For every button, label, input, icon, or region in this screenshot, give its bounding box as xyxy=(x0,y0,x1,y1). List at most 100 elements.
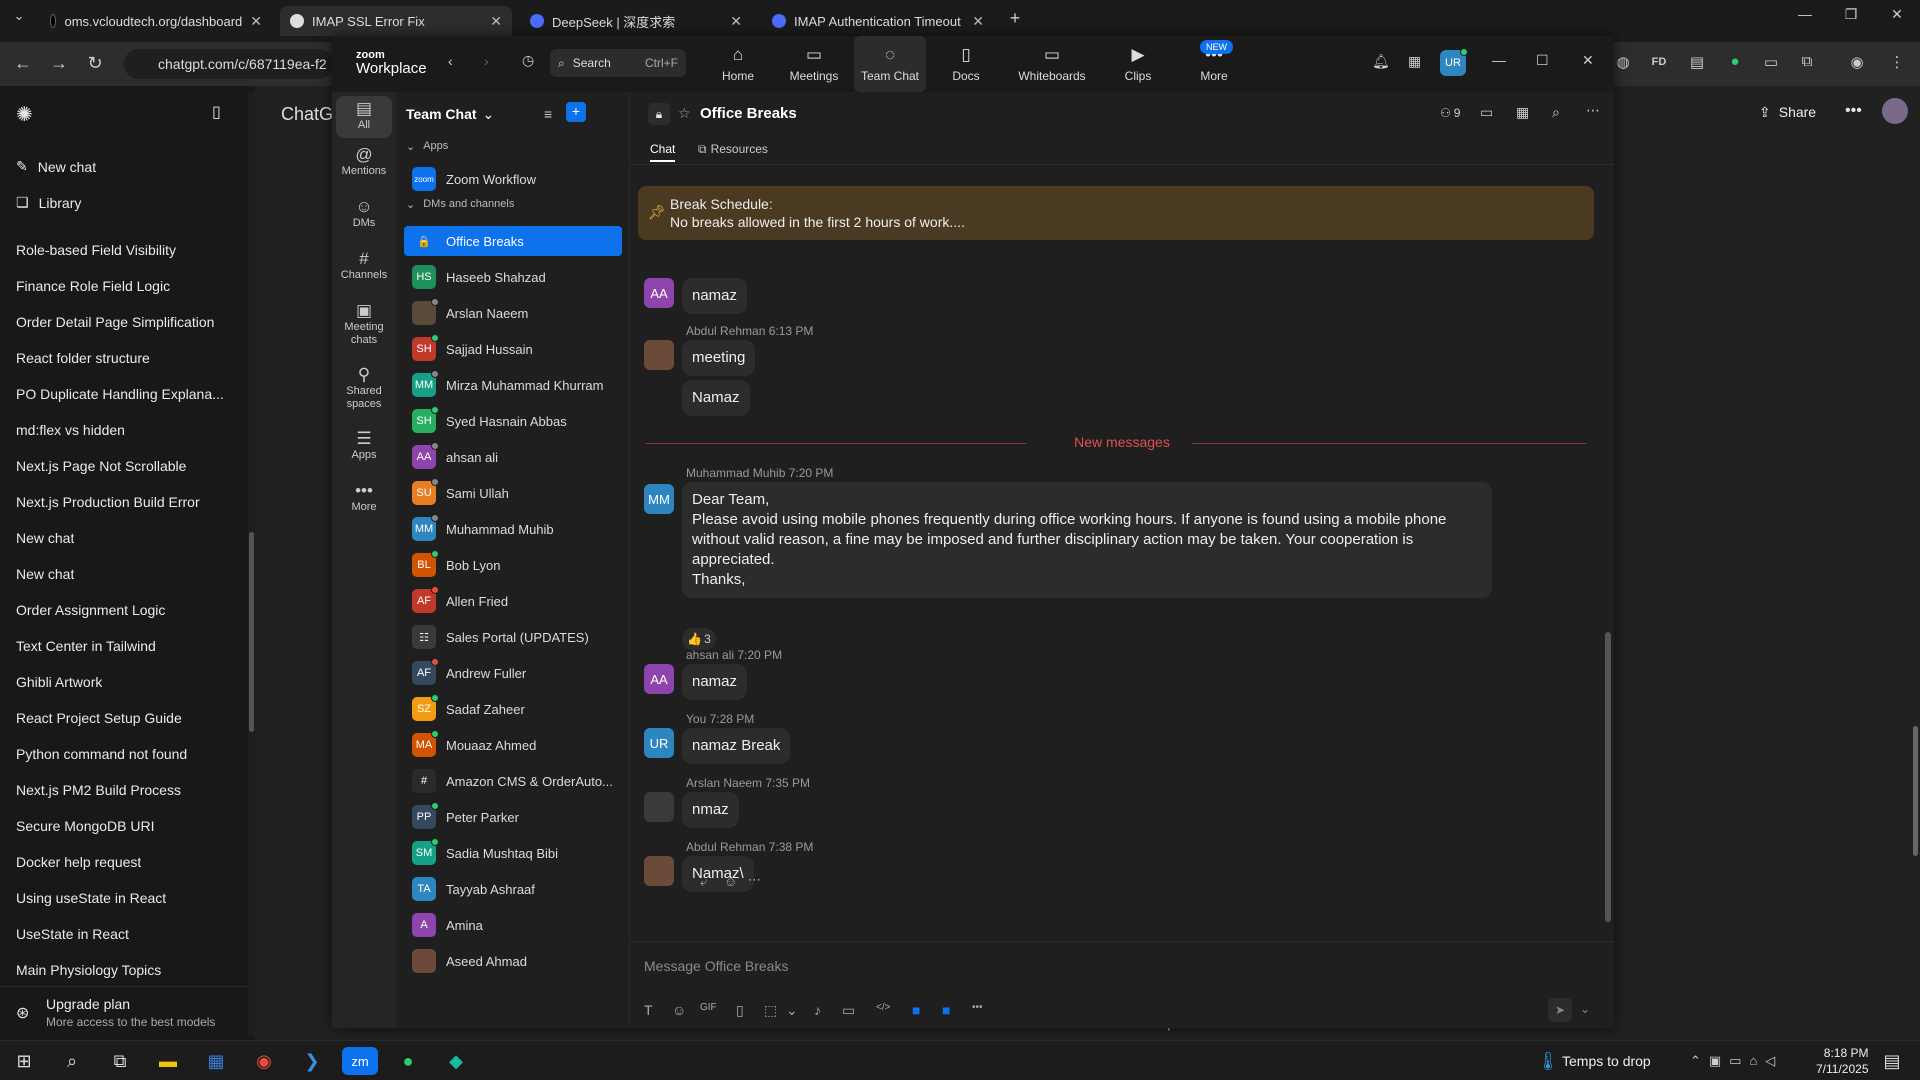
extension-icon[interactable]: ▤ xyxy=(1686,53,1708,71)
list-item[interactable]: PP Peter Parker xyxy=(404,802,622,832)
list-item[interactable]: SM Sadia Mushtaq Bibi xyxy=(404,838,622,868)
gif-icon[interactable]: GIF xyxy=(700,1002,717,1013)
members-button[interactable]: ⚇ 9 xyxy=(1440,106,1460,120)
puzzle-icon[interactable]: ⧉ xyxy=(1796,53,1818,70)
list-item[interactable]: AF Andrew Fuller xyxy=(404,658,622,688)
list-item[interactable]: Aseed Ahmad xyxy=(404,946,622,976)
more-options-icon[interactable]: ••• xyxy=(1845,102,1862,120)
new-chat-button[interactable]: ✎ New chat xyxy=(16,158,96,175)
new-tab-icon[interactable]: + xyxy=(1004,8,1026,29)
avatar[interactable] xyxy=(644,340,674,370)
pinned-message[interactable]: 📌︎ Break Schedule: No breaks allowed in … xyxy=(638,186,1594,240)
avatar[interactable]: AA xyxy=(644,664,674,694)
file-icon[interactable]: ▯ xyxy=(736,1002,744,1019)
chat-history-item[interactable]: React folder structure xyxy=(16,350,150,366)
chat-scrollbar[interactable] xyxy=(1605,632,1611,922)
list-item[interactable]: AA ahsan ali xyxy=(404,442,622,472)
chat-history-item[interactable]: Text Center in Tailwind xyxy=(16,638,156,654)
list-item[interactable]: SU Sami Ullah xyxy=(404,478,622,508)
chat-history-item[interactable]: Using useState in React xyxy=(16,890,166,906)
chat-history-item[interactable]: Next.js PM2 Build Process xyxy=(16,782,181,798)
list-item[interactable]: AF Allen Fried xyxy=(404,586,622,616)
chat-history-item[interactable]: Docker help request xyxy=(16,854,141,870)
chat-history-item[interactable]: Order Detail Page Simplification xyxy=(16,314,214,330)
avatar[interactable]: AA xyxy=(644,278,674,308)
reaction-thumbs-up[interactable]: 👍 3 xyxy=(682,628,716,650)
send-icon[interactable]: ➤ xyxy=(1548,998,1572,1022)
format-icon[interactable]: T xyxy=(644,1002,653,1018)
avatar[interactable]: UR xyxy=(644,728,674,758)
calendar-icon[interactable]: ▦ xyxy=(1408,53,1421,70)
main-scrollbar[interactable] xyxy=(1910,86,1920,1040)
rail-channels[interactable]: # Channels xyxy=(336,250,392,282)
chat-history-item[interactable]: Python command not found xyxy=(16,746,187,762)
rail-apps[interactable]: ☰ Apps xyxy=(336,430,392,462)
notifications-icon[interactable]: ▤ xyxy=(1874,1047,1910,1075)
share-button[interactable]: ⇪ Share xyxy=(1759,104,1816,121)
chat-history-item[interactable]: Role-based Field Visibility xyxy=(16,242,176,258)
tab-docs[interactable]: ▯ Docs xyxy=(930,36,1002,92)
minimize-icon[interactable]: — xyxy=(1794,6,1816,22)
tab-home[interactable]: ⌂ Home xyxy=(702,36,774,92)
add-icon[interactable]: + xyxy=(566,102,586,122)
close-icon[interactable]: ✕ xyxy=(250,13,262,30)
zoom-search-button[interactable]: ⌕ Search Ctrl+F xyxy=(550,49,686,77)
tab-chat[interactable]: Chat xyxy=(650,142,676,162)
emoji-react-icon[interactable]: ☺ xyxy=(724,874,737,889)
fd-extension-icon[interactable]: FD xyxy=(1648,56,1670,68)
library-button[interactable]: ❏ Library xyxy=(16,194,81,211)
weather-text[interactable]: Temps to drop xyxy=(1562,1053,1651,1069)
section-dms[interactable]: ⌄ DMs and channels xyxy=(406,198,514,211)
restore-icon[interactable]: ❐ xyxy=(1840,6,1862,23)
chat-history-item[interactable]: Order Assignment Logic xyxy=(16,602,165,618)
chevron-down-icon[interactable]: ⌄ xyxy=(1580,1002,1590,1016)
video-clip-icon[interactable]: ▭ xyxy=(842,1002,855,1019)
star-icon[interactable]: ☆ xyxy=(678,105,691,122)
avatar[interactable] xyxy=(644,792,674,822)
filter-icon[interactable]: ≡ xyxy=(544,106,552,122)
rail-shared-spaces[interactable]: ⚲ Shared spaces xyxy=(336,366,392,411)
list-item[interactable]: # Amazon CMS & OrderAuto... xyxy=(404,766,622,796)
browser-tab-2[interactable]: IMAP SSL Error Fix ✕ xyxy=(280,6,512,36)
chat-history-item[interactable]: md:flex vs hidden xyxy=(16,422,125,438)
reload-icon[interactable]: ↻ xyxy=(84,53,106,74)
chat-history-item[interactable]: Secure MongoDB URI xyxy=(16,818,155,834)
list-item[interactable]: SH Sajjad Hussain xyxy=(404,334,622,364)
tray-icons[interactable]: ⌃▣▭⌂◁ xyxy=(1690,1053,1783,1069)
chat-history-item[interactable]: Next.js Page Not Scrollable xyxy=(16,458,186,474)
search-icon[interactable]: ⌕ xyxy=(1552,104,1560,121)
list-item[interactable]: SZ Sadaf Zaheer xyxy=(404,694,622,724)
maximize-icon[interactable]: ☐ xyxy=(1536,52,1549,69)
list-item[interactable]: BL Bob Lyon xyxy=(404,550,622,580)
address-bar[interactable]: chatgpt.com/c/687119ea-f2 xyxy=(124,49,334,79)
file-explorer-icon[interactable]: ▬ xyxy=(150,1047,186,1075)
vscode-icon[interactable]: ❯ xyxy=(294,1047,330,1075)
clock[interactable]: 8:18 PM 7/11/2025 xyxy=(1816,1045,1869,1077)
windows-start-icon[interactable]: ⊞ xyxy=(6,1047,42,1075)
chat-history-item[interactable]: New chat xyxy=(16,530,74,546)
chat-history-item[interactable]: New chat xyxy=(16,566,74,582)
chatgpt-title[interactable]: ChatG xyxy=(281,104,333,125)
message-bubble[interactable]: nmaz xyxy=(682,792,739,828)
list-item[interactable]: ☷ Sales Portal (UPDATES) xyxy=(404,622,622,652)
rail-mentions[interactable]: @ Mentions xyxy=(336,146,392,178)
user-avatar[interactable]: UR xyxy=(1440,48,1468,76)
more-options-icon[interactable]: ⋯ xyxy=(1586,102,1600,119)
chat-history-item[interactable]: Main Physiology Topics xyxy=(16,962,161,978)
list-item-zoom-workflow[interactable]: zoom Zoom Workflow xyxy=(404,164,622,194)
minimize-icon[interactable]: — xyxy=(1492,52,1506,68)
chat-history-item[interactable]: PO Duplicate Handling Explana... xyxy=(16,386,224,402)
close-icon[interactable]: ✕ xyxy=(730,13,742,30)
bell-icon[interactable]: 🔔︎ xyxy=(1372,53,1390,70)
tab-resources[interactable]: ⧉ Resources xyxy=(698,142,768,157)
message-bubble[interactable]: Dear Team, Please avoid using mobile phon… xyxy=(682,482,1492,598)
forward-icon[interactable]: → xyxy=(48,53,70,74)
menu-icon[interactable]: ⋮ xyxy=(1886,53,1908,71)
profile-icon[interactable]: ◉ xyxy=(1846,53,1868,71)
globe-icon[interactable]: ◍ xyxy=(1612,53,1634,71)
browser-tab-1[interactable]: oms.vcloudtech.org/dashboard ✕ xyxy=(40,6,272,36)
app-icon[interactable]: ● xyxy=(390,1047,426,1075)
extension-icon[interactable]: ● xyxy=(1724,53,1746,70)
tab-list-chevron-icon[interactable]: ⌄ xyxy=(8,8,30,24)
chatgpt-logo-icon[interactable]: ✺ xyxy=(16,102,33,127)
